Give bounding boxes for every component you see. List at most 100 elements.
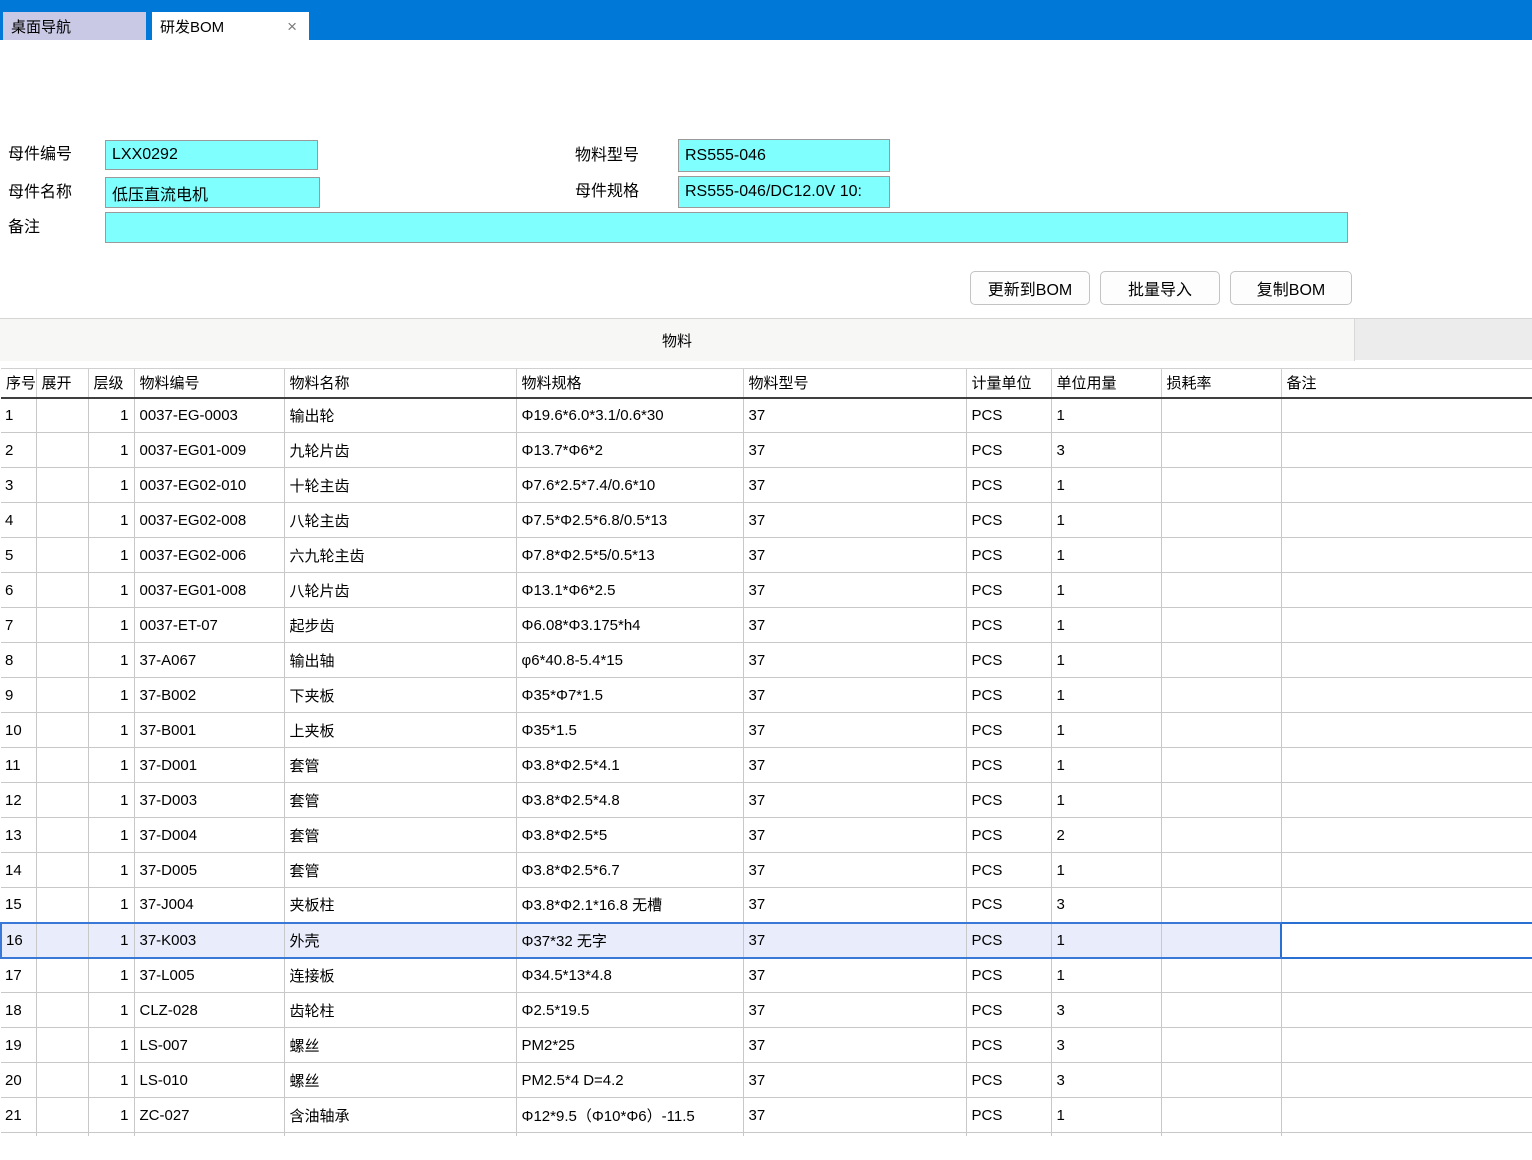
table-row[interactable]: 410037-EG02-008八轮主齿Φ7.5*Φ2.5*6.8/0.5*133… — [1, 503, 1532, 538]
cell-code[interactable]: ZC-027 — [134, 1098, 284, 1133]
cell-code[interactable]: 37-J004 — [134, 888, 284, 923]
column-header-expand[interactable]: 展开 — [36, 369, 88, 398]
cell-seq[interactable]: 17 — [1, 958, 36, 993]
cell-spec[interactable]: Φ7.5*Φ2.5*6.8/0.5*13 — [516, 503, 743, 538]
cell-qty[interactable]: 1 — [1051, 538, 1161, 573]
cell-unit[interactable]: PCS — [966, 818, 1051, 853]
cell-code[interactable]: 0037-EG01-009 — [134, 433, 284, 468]
table-row[interactable]: 210037-EG01-009九轮片齿Φ13.7*Φ6*237PCS3 — [1, 433, 1532, 468]
cell-expand[interactable] — [36, 678, 88, 713]
cell-code[interactable]: LS-010 — [134, 1063, 284, 1098]
cell-remark[interactable] — [1281, 433, 1532, 468]
cell-unit[interactable]: PCS — [966, 923, 1051, 958]
cell-qty[interactable]: 3 — [1051, 433, 1161, 468]
cell-level[interactable]: 1 — [88, 783, 134, 818]
cell-seq[interactable]: 3 — [1, 468, 36, 503]
cell-seq[interactable]: 15 — [1, 888, 36, 923]
column-header-qty[interactable]: 单位用量 — [1051, 369, 1161, 398]
cell-remark[interactable] — [1281, 713, 1532, 748]
cell-model[interactable]: 37 — [743, 888, 966, 923]
cell-remark[interactable] — [1281, 958, 1532, 993]
cell-spec[interactable]: Φ7.6*2.5*7.4/0.6*10 — [516, 468, 743, 503]
cell-model[interactable]: 37 — [743, 678, 966, 713]
cell-seq[interactable]: 9 — [1, 678, 36, 713]
cell-unit[interactable]: PCS — [966, 678, 1051, 713]
cell-name[interactable]: 含油轴承 — [284, 1098, 516, 1133]
cell-remark[interactable] — [1281, 398, 1532, 433]
table-row[interactable]: 12137-D003套管Φ3.8*Φ2.5*4.837PCS1 — [1, 783, 1532, 818]
cell-level[interactable]: 1 — [88, 958, 134, 993]
cell-expand[interactable] — [36, 433, 88, 468]
table-row[interactable]: 16137-K003外壳Φ37*32 无字37PCS1 — [1, 923, 1532, 958]
cell-code[interactable]: 0037-EG02-008 — [134, 503, 284, 538]
cell-loss[interactable] — [1161, 608, 1281, 643]
cell-expand[interactable] — [36, 923, 88, 958]
cell-expand[interactable] — [36, 1063, 88, 1098]
cell-qty[interactable]: 2 — [1051, 818, 1161, 853]
cell-remark[interactable] — [1281, 818, 1532, 853]
cell-unit[interactable]: PCS — [966, 1028, 1051, 1063]
cell-code[interactable]: 0037-EG-0003 — [134, 398, 284, 433]
table-row[interactable]: 14137-D005套管Φ3.8*Φ2.5*6.737PCS1 — [1, 853, 1532, 888]
cell-model[interactable]: 37 — [743, 433, 966, 468]
cell-expand[interactable] — [36, 993, 88, 1028]
cell-name[interactable]: 套管 — [284, 783, 516, 818]
cell-name[interactable]: 套管 — [284, 748, 516, 783]
cell-unit[interactable]: PCS — [966, 398, 1051, 433]
table-row[interactable]: 11137-D001套管Φ3.8*Φ2.5*4.137PCS1 — [1, 748, 1532, 783]
cell-expand[interactable] — [36, 468, 88, 503]
cell-qty[interactable]: 1 — [1051, 748, 1161, 783]
column-header-remark[interactable]: 备注 — [1281, 369, 1532, 398]
table-row[interactable]: 181CLZ-028齿轮柱Φ2.5*19.537PCS3 — [1, 993, 1532, 1028]
cell-remark[interactable] — [1281, 1063, 1532, 1098]
cell-qty[interactable]: 3 — [1051, 993, 1161, 1028]
cell-level[interactable]: 1 — [88, 993, 134, 1028]
cell-spec[interactable]: Φ13.7*Φ6*2 — [516, 433, 743, 468]
column-header-loss[interactable]: 损耗率 — [1161, 369, 1281, 398]
cell-seq[interactable]: 18 — [1, 993, 36, 1028]
cell-spec[interactable]: Φ7.8*Φ2.5*5/0.5*13 — [516, 538, 743, 573]
cell-seq[interactable]: 21 — [1, 1098, 36, 1133]
cell-unit[interactable]: PCS — [966, 468, 1051, 503]
cell-expand[interactable] — [36, 888, 88, 923]
cell-model[interactable]: 37 — [743, 468, 966, 503]
cell-model[interactable]: 37 — [743, 923, 966, 958]
table-row[interactable]: 13137-D004套管Φ3.8*Φ2.5*537PCS2 — [1, 818, 1532, 853]
cell-loss[interactable] — [1161, 503, 1281, 538]
table-row[interactable]: 510037-EG02-006六九轮主齿Φ7.8*Φ2.5*5/0.5*1337… — [1, 538, 1532, 573]
cell-level[interactable]: 1 — [88, 538, 134, 573]
cell-remark[interactable] — [1281, 748, 1532, 783]
cell-qty[interactable]: 1 — [1051, 783, 1161, 818]
cell-seq[interactable]: 12 — [1, 783, 36, 818]
cell-spec[interactable]: Φ12*9.5（Φ10*Φ6）-11.5 — [516, 1098, 743, 1133]
table-row[interactable]: 201LS-010螺丝PM2.5*4 D=4.237PCS3 — [1, 1063, 1532, 1098]
cell-name[interactable]: 六九轮主齿 — [284, 538, 516, 573]
cell-name[interactable]: 连接板 — [284, 958, 516, 993]
cell-level[interactable]: 1 — [88, 643, 134, 678]
table-row[interactable]: 710037-ET-07起步齿Φ6.08*Φ3.175*h437PCS1 — [1, 608, 1532, 643]
cell-loss[interactable] — [1161, 398, 1281, 433]
cell-seq[interactable]: 4 — [1, 503, 36, 538]
cell-unit[interactable]: PCS — [966, 783, 1051, 818]
cell-model[interactable]: 37 — [743, 958, 966, 993]
cell-name[interactable]: 输出轴 — [284, 643, 516, 678]
cell-unit[interactable]: PCS — [966, 958, 1051, 993]
cell-remark[interactable] — [1281, 993, 1532, 1028]
cell-model[interactable]: 37 — [743, 853, 966, 888]
cell-qty[interactable]: 1 — [1051, 573, 1161, 608]
cell-spec[interactable]: φ6*40.8-5.4*15 — [516, 643, 743, 678]
cell-spec[interactable]: Φ35*Φ7*1.5 — [516, 678, 743, 713]
cell-remark[interactable] — [1281, 608, 1532, 643]
column-header-seq[interactable]: 序号 — [1, 369, 36, 398]
cell-expand[interactable] — [36, 573, 88, 608]
cell-name[interactable]: 外壳 — [284, 923, 516, 958]
table-row[interactable]: 17137-L005连接板Φ34.5*13*4.837PCS1 — [1, 958, 1532, 993]
table-row[interactable]: 310037-EG02-010十轮主齿Φ7.6*2.5*7.4/0.6*1037… — [1, 468, 1532, 503]
cell-unit[interactable]: PCS — [966, 713, 1051, 748]
cell-loss[interactable] — [1161, 1098, 1281, 1133]
cell-loss[interactable] — [1161, 888, 1281, 923]
cell-loss[interactable] — [1161, 538, 1281, 573]
table-row[interactable]: 191LS-007螺丝PM2*2537PCS3 — [1, 1028, 1532, 1063]
cell-model[interactable]: 37 — [743, 538, 966, 573]
cell-qty[interactable]: 1 — [1051, 643, 1161, 678]
